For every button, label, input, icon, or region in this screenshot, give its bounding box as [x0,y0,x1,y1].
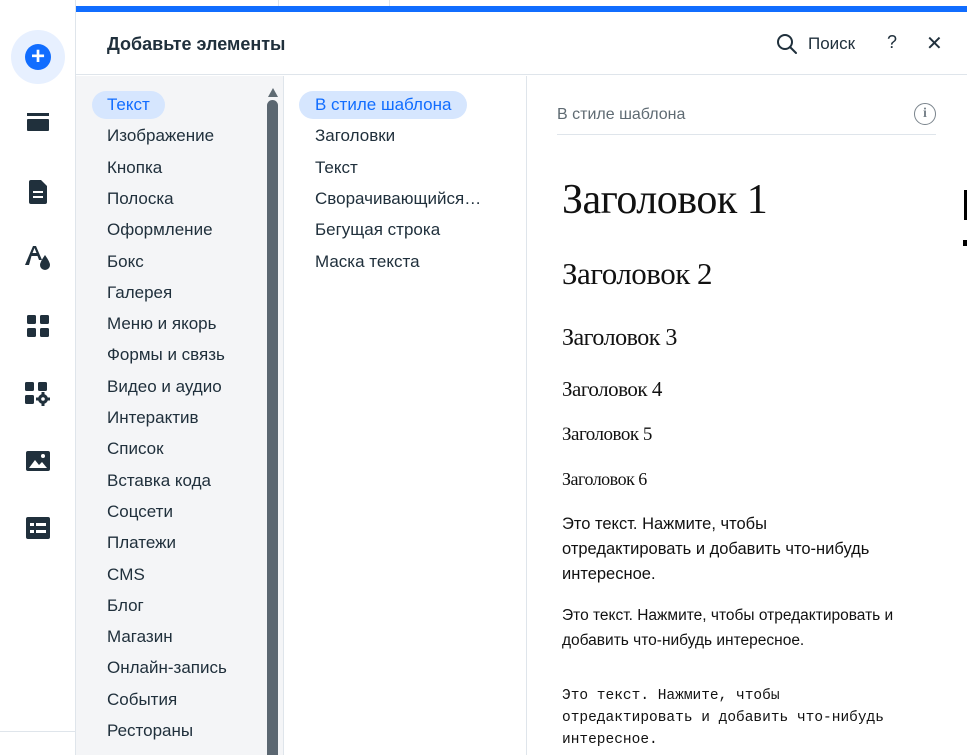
theme-button[interactable] [18,238,58,278]
subcategory-item[interactable]: Текст [299,154,374,182]
close-icon[interactable]: ✕ [926,31,943,56]
heading-6-preset[interactable]: Заголовок 6 [562,469,647,490]
paragraph-1-preset[interactable]: Это текст. Нажмите, чтобы отредактироват… [562,512,892,587]
sections-icon [27,113,49,131]
theme-icon [25,246,50,270]
search-icon [777,34,797,54]
category-item[interactable]: События [92,686,192,714]
heading-3-preset[interactable]: Заголовок 3 [562,325,677,352]
panel-header: Добавьте элементы Поиск ? ✕ [76,12,967,75]
media-icon [26,451,50,471]
category-item[interactable]: Полоска [92,185,189,213]
help-icon[interactable]: ? [887,32,897,53]
subcategory-item[interactable]: Заголовки [299,122,411,150]
category-list: Текст Изображение Кнопка Полоска Оформление Б… [76,76,284,755]
info-icon[interactable]: i [914,103,936,125]
heading-1-preset[interactable]: Заголовок 1 [562,176,768,224]
category-scrollbar[interactable] [267,84,279,755]
scrollbar-thumb[interactable] [267,100,278,755]
add-elements-button[interactable]: + [11,30,65,84]
category-item[interactable]: Галерея [92,279,187,307]
subcategory-list: В стиле шаблона Заголовки Текст Сворачивающ… [284,76,527,755]
heading-4-preset[interactable]: Заголовок 4 [562,377,662,402]
cms-button[interactable] [18,508,58,548]
panel-title: Добавьте элементы [107,34,286,54]
add-icon: + [25,44,51,70]
category-item[interactable]: Формы и связь [92,341,240,369]
paragraph-2-preset[interactable]: Это текст. Нажмите, чтобы отредактироват… [562,603,957,653]
heading-2-preset[interactable]: Заголовок 2 [562,256,713,292]
preview-divider [557,134,936,135]
subcategory-item[interactable]: Маска текста [299,248,436,276]
media-button[interactable] [18,441,58,481]
scroll-up-icon[interactable] [268,88,278,97]
category-item[interactable]: Магазин [92,623,188,651]
add-elements-panel: Добавьте элементы Поиск ? ✕ Текст Изображ… [76,12,967,755]
category-item[interactable]: Изображение [92,122,229,150]
category-item[interactable]: Интерактив [92,404,214,432]
category-item[interactable]: Список [92,435,179,463]
category-item[interactable]: Онлайн-запись [92,654,242,682]
subcategory-item[interactable]: Бегущая строка [299,216,456,244]
category-item[interactable]: Видео и аудио [92,373,237,401]
subcategory-item[interactable]: В стиле шаблона [299,91,468,119]
apps-icon [27,315,49,337]
sections-button[interactable] [18,104,58,144]
search-button[interactable]: Поиск [776,32,855,56]
category-item[interactable]: Рестораны [92,717,208,745]
category-item[interactable]: CMS [92,561,160,589]
preview-area: В стиле шаблона i Заголовок 1 Заголовок … [527,76,967,755]
apps-button[interactable] [18,306,58,346]
canvas-edge [963,240,967,246]
heading-5-preset[interactable]: Заголовок 5 [562,424,652,446]
category-item[interactable]: Соцсети [92,498,188,526]
pages-icon [29,180,47,204]
paragraph-3-preset[interactable]: Это текст. Нажмите, чтобы отредактироват… [562,685,902,751]
category-item[interactable]: Меню и якорь [92,310,232,338]
category-item[interactable]: Бокс [92,248,159,276]
preview-section-label: В стиле шаблона [557,106,686,123]
category-item[interactable]: Блог [92,592,159,620]
rail-divider [0,731,76,732]
cms-icon [26,517,50,539]
business-apps-button[interactable] [18,374,58,414]
category-item[interactable]: Вставка кода [92,467,226,495]
search-label: Поиск [808,34,856,53]
subcategory-item[interactable]: Сворачивающийся… [299,185,497,213]
category-item[interactable]: Платежи [92,529,191,557]
category-item[interactable]: Кнопка [92,154,177,182]
pages-button[interactable] [18,172,58,212]
category-item[interactable]: Оформление [92,216,228,244]
category-item[interactable]: Текст [92,91,165,119]
business-apps-icon [25,382,50,406]
left-toolbar: + [0,0,76,755]
